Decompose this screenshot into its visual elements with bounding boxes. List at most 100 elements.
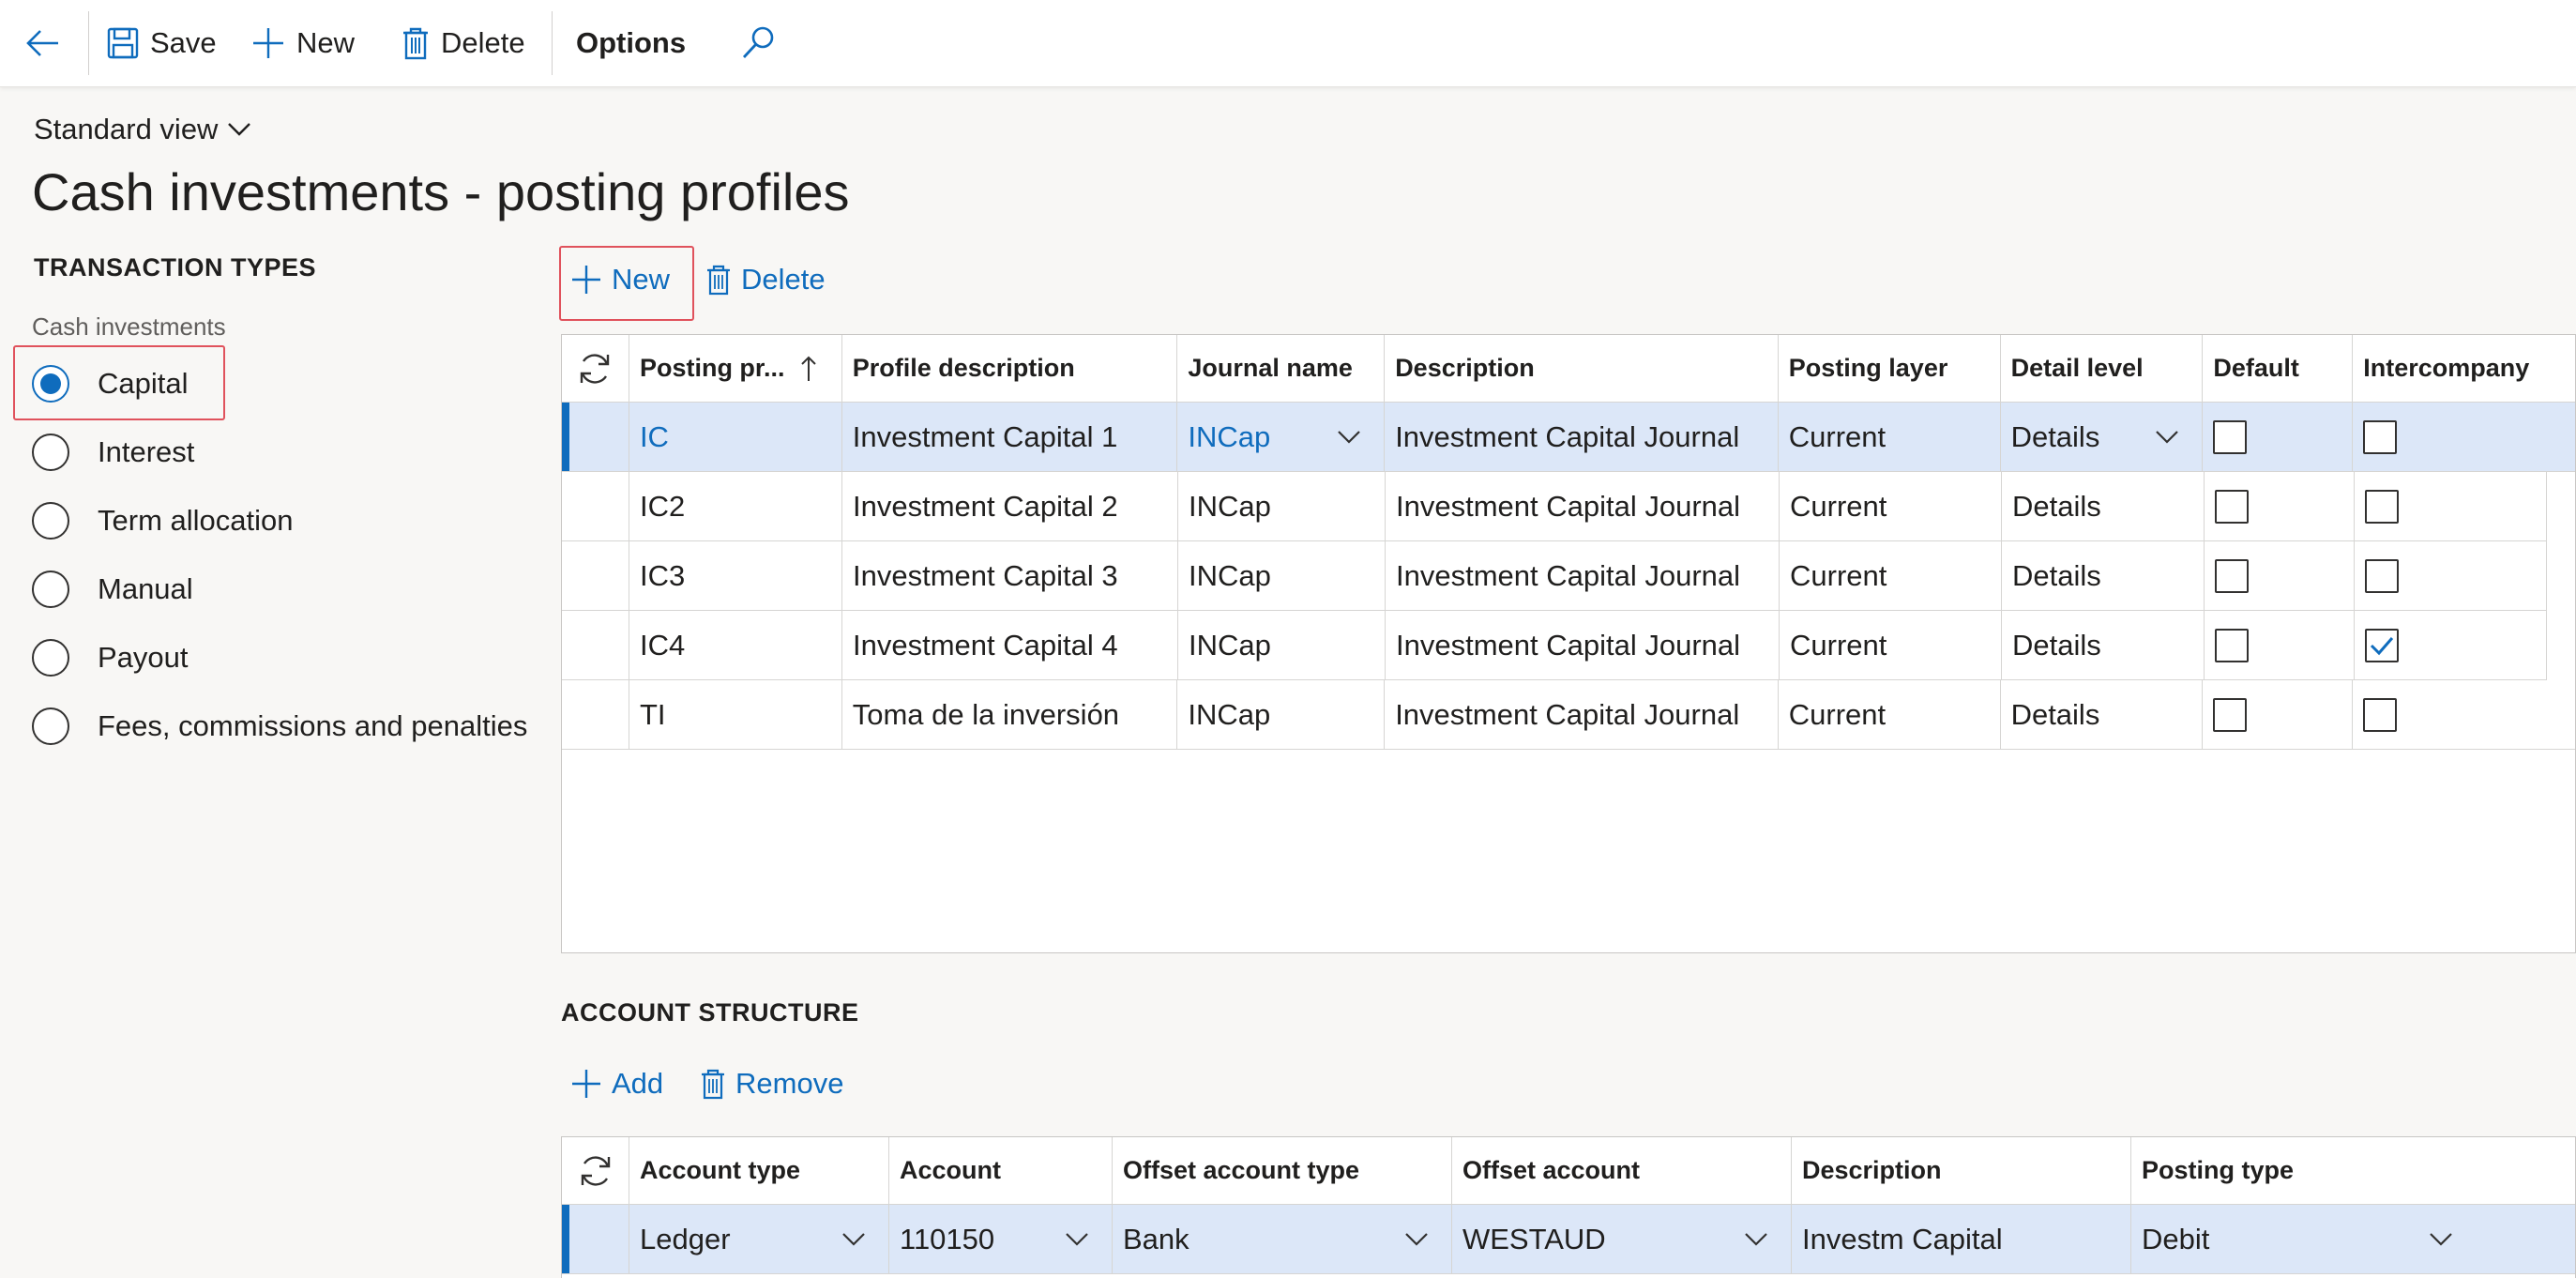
back-button[interactable] [24,0,73,86]
description-cell[interactable]: Investment Capital Journal [1385,403,1779,472]
profile-description-cell[interactable]: Investment Capital 2 [842,472,1178,541]
table-row[interactable]: IC2 Investment Capital 2 INCap Investmen… [562,472,2575,541]
intercompany-checkbox[interactable] [2365,489,2399,524]
options-tab[interactable]: Options [576,0,686,86]
column-header-offset-account-type[interactable]: Offset account type [1113,1137,1452,1205]
radio-payout[interactable]: Payout [32,633,189,682]
intercompany-checkbox[interactable] [2365,628,2399,662]
row-selector[interactable] [562,611,629,680]
posting-layer-cell[interactable]: Current [1780,472,2002,541]
save-button[interactable]: Save [107,0,217,86]
row-selector[interactable] [562,403,629,472]
description-input[interactable]: Investm Capital [1792,1205,2131,1274]
account-dropdown[interactable]: 110150 [889,1205,1113,1274]
default-checkbox[interactable] [2215,558,2249,593]
default-checkbox[interactable] [2215,628,2249,662]
column-header-account[interactable]: Account [889,1137,1113,1205]
grid-new-button[interactable]: New [570,263,670,297]
intercompany-checkbox[interactable] [2363,419,2398,454]
description-cell[interactable]: Investment Capital Journal [1386,472,1780,541]
default-cell [2203,680,2354,750]
description-cell[interactable]: Investment Capital Journal [1386,611,1780,680]
chevron-down-icon [841,1232,866,1247]
posting-layer-cell[interactable]: Current [1780,611,2002,680]
journal-name-cell[interactable]: INCap [1178,472,1386,541]
radio-label: Payout [98,641,189,674]
table-row[interactable]: IC4 Investment Capital 4 INCap Investmen… [562,611,2575,680]
profile-description-cell[interactable]: Investment Capital 3 [842,541,1178,611]
detail-level-cell[interactable]: Details [2002,611,2205,680]
row-selector[interactable] [562,1205,629,1274]
add-button[interactable]: Add [570,1067,663,1101]
posting-profile-cell[interactable]: IC3 [629,541,842,611]
journal-name-cell[interactable]: INCap [1178,611,1386,680]
detail-level-dropdown[interactable]: Details [2000,403,2204,472]
profile-description-cell[interactable]: Toma de la inversión [841,680,1178,750]
row-selector[interactable] [562,541,629,611]
refresh-icon [577,1152,614,1190]
intercompany-cell [2355,541,2547,611]
posting-profile-cell[interactable]: IC2 [629,472,842,541]
posting-layer-cell[interactable]: Current [1780,541,2002,611]
profile-description-cell[interactable]: Investment Capital 4 [842,611,1178,680]
posting-layer-cell[interactable]: Current [1778,403,2001,472]
column-header-description[interactable]: Description [1792,1137,2131,1205]
column-header-intercompany[interactable]: Intercompany [2353,335,2576,403]
page-title: Cash investments - posting profiles [32,162,850,221]
radio-interest[interactable]: Interest [32,428,194,477]
journal-name-cell[interactable]: INCap [1177,680,1386,750]
grid-new-label: New [612,263,671,296]
table-row[interactable]: IC Investment Capital 1 INCap Investment… [562,403,2575,472]
grid-delete-button[interactable]: Delete [705,263,826,297]
posting-layer-cell[interactable]: Current [1778,680,2001,750]
offset-account-type-dropdown[interactable]: Bank [1113,1205,1452,1274]
row-selector[interactable] [562,472,629,541]
account-type-dropdown[interactable]: Ledger [629,1205,889,1274]
grid-header-row: Posting pr... Profile description Journa… [562,335,2576,403]
posting-profile-cell[interactable]: IC [629,403,842,472]
default-checkbox[interactable] [2213,419,2248,454]
new-button[interactable]: New [251,0,355,86]
radio-fees-commissions-penalties[interactable]: Fees, commissions and penalties [32,702,527,751]
chevron-down-icon [1065,1232,1089,1247]
remove-button[interactable]: Remove [700,1067,843,1101]
offset-account-dropdown[interactable]: WESTAUD [1452,1205,1792,1274]
search-button[interactable] [739,0,777,86]
intercompany-checkbox[interactable] [2363,697,2398,732]
description-cell[interactable]: Investment Capital Journal [1386,541,1780,611]
column-header-profile-description[interactable]: Profile description [841,335,1178,403]
radio-capital[interactable]: Capital [32,359,189,408]
intercompany-checkbox[interactable] [2365,558,2399,593]
refresh-button[interactable] [562,1137,629,1205]
detail-level-cell[interactable]: Details [2002,472,2205,541]
detail-level-cell[interactable]: Details [2002,541,2205,611]
column-header-posting-type[interactable]: Posting type [2131,1137,2575,1205]
posting-profile-cell[interactable]: IC4 [629,611,842,680]
radio-manual[interactable]: Manual [32,565,193,614]
table-row[interactable]: IC3 Investment Capital 3 INCap Investmen… [562,541,2575,611]
detail-level-cell[interactable]: Details [2000,680,2204,750]
refresh-button[interactable] [562,335,629,403]
journal-name-cell[interactable]: INCap [1178,541,1386,611]
column-header-offset-account[interactable]: Offset account [1452,1137,1792,1205]
description-cell[interactable]: Investment Capital Journal [1385,680,1779,750]
row-selector[interactable] [562,680,629,750]
table-row[interactable]: Ledger 110150 Bank WESTAUD Investm Capit… [562,1205,2575,1274]
posting-profile-cell[interactable]: TI [629,680,842,750]
profile-description-cell[interactable]: Investment Capital 1 [841,403,1178,472]
default-checkbox[interactable] [2213,697,2248,732]
table-row[interactable]: TI Toma de la inversión INCap Investment… [562,680,2575,750]
column-header-default[interactable]: Default [2203,335,2354,403]
column-header-journal-name[interactable]: Journal name [1177,335,1386,403]
column-header-posting-layer[interactable]: Posting layer [1778,335,2001,403]
default-checkbox[interactable] [2215,489,2249,524]
column-header-description[interactable]: Description [1385,335,1779,403]
posting-type-dropdown[interactable]: Debit [2131,1205,2575,1274]
column-header-posting-profile[interactable]: Posting pr... [629,335,842,403]
journal-name-dropdown[interactable]: INCap [1177,403,1386,472]
delete-button[interactable]: Delete [402,0,525,86]
column-header-account-type[interactable]: Account type [629,1137,889,1205]
radio-term-allocation[interactable]: Term allocation [32,496,293,545]
view-selector[interactable]: Standard view [34,113,251,146]
column-header-detail-level[interactable]: Detail level [2000,335,2204,403]
